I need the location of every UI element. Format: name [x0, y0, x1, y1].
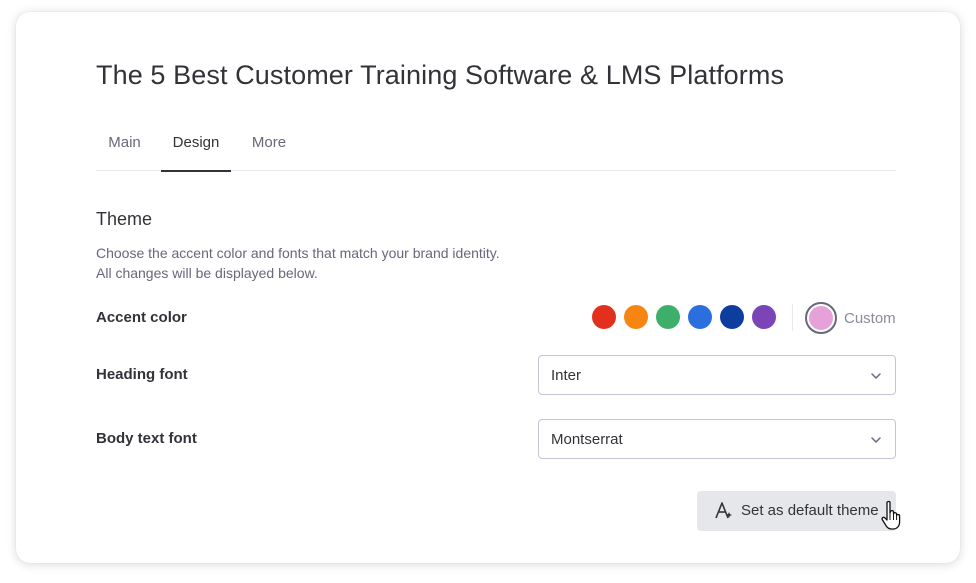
- theme-settings-card: The 5 Best Customer Training Software & …: [16, 12, 960, 563]
- custom-color-label[interactable]: Custom: [844, 310, 896, 327]
- accent-swatch-purple[interactable]: [752, 305, 776, 329]
- body-font-label: Body text font: [96, 430, 197, 447]
- tab-design[interactable]: Design: [161, 122, 231, 172]
- accent-swatch-custom[interactable]: [805, 302, 837, 334]
- accent-swatch-green[interactable]: [656, 305, 680, 329]
- accent-color-label: Accent color: [96, 309, 187, 326]
- accent-swatch-orange[interactable]: [624, 305, 648, 329]
- body-font-value: Montserrat: [551, 431, 623, 448]
- theme-description: Choose the accent color and fonts that m…: [96, 243, 500, 283]
- theme-section-title: Theme: [96, 209, 153, 229]
- heading-font-select[interactable]: Inter: [538, 355, 896, 395]
- chevron-down-icon: [871, 437, 881, 443]
- tab-bar: Main Design More: [96, 122, 896, 172]
- custom-color-fill: [809, 306, 833, 330]
- accent-swatch-dark-blue[interactable]: [720, 305, 744, 329]
- accent-swatch-red[interactable]: [592, 305, 616, 329]
- page-title: The 5 Best Customer Training Software & …: [96, 60, 785, 90]
- hand-pointer-icon: [881, 500, 901, 530]
- set-default-theme-label: Set as default theme: [741, 502, 879, 519]
- tab-more[interactable]: More: [240, 122, 298, 171]
- chevron-down-icon: [871, 373, 881, 379]
- theme-description-line-2: All changes will be displayed below.: [96, 265, 318, 281]
- tab-main[interactable]: Main: [96, 122, 153, 171]
- heading-font-label: Heading font: [96, 366, 188, 383]
- font-sparkle-icon: [715, 502, 732, 519]
- swatch-divider: [792, 304, 793, 331]
- body-font-select[interactable]: Montserrat: [538, 419, 896, 459]
- set-default-theme-button[interactable]: Set as default theme: [697, 491, 896, 531]
- accent-swatch-blue[interactable]: [688, 305, 712, 329]
- theme-description-line-1: Choose the accent color and fonts that m…: [96, 245, 500, 261]
- heading-font-value: Inter: [551, 367, 582, 384]
